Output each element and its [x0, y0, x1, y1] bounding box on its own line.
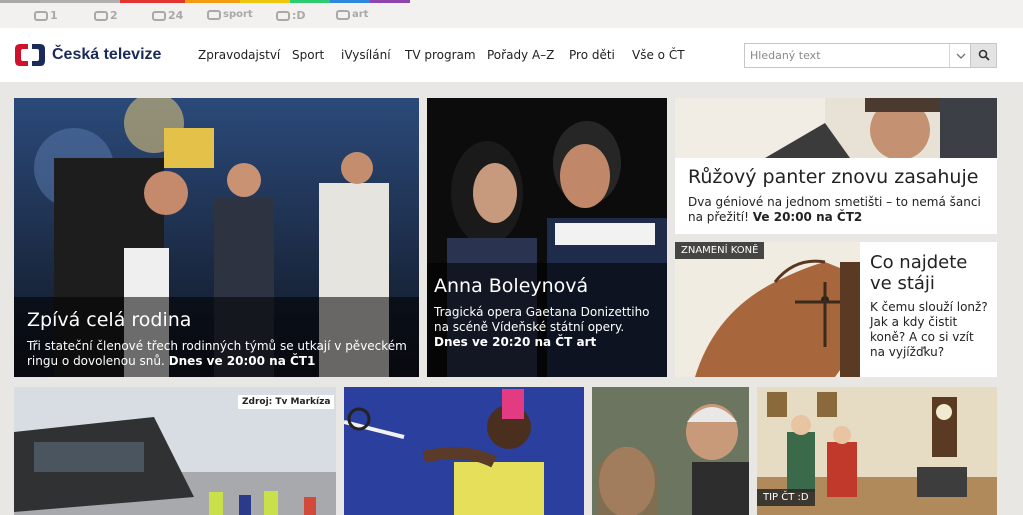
nav-kids[interactable]: Pro děti — [569, 48, 615, 62]
tile-panther-card: Růžový panter znovu zasahuje Dva géniové… — [675, 158, 997, 234]
tile-opera-time: Dnes ve 20:20 na ČT art — [434, 335, 597, 349]
tile-opera-desc: Tragická opera Gaetana Donizettiho na sc… — [434, 305, 650, 334]
ctart-logo-icon — [336, 9, 350, 20]
tennis-photo — [344, 387, 584, 515]
tile-horse-title: Co najdete ve stáji — [870, 252, 968, 294]
channel-stripe-2 — [40, 0, 120, 3]
tile-main-text: Tři stateční členové třech rodinných tým… — [27, 339, 407, 369]
tile-main-title: Zpívá celá rodina — [27, 309, 192, 331]
tile-horse-tag: ZNAMENÍ KONĚ — [675, 242, 765, 259]
tile-main-caption: Zpívá celá rodina Tři stateční členové t… — [14, 297, 419, 377]
nav-news[interactable]: Zpravodajství — [198, 48, 280, 62]
ct1-logo-icon — [34, 10, 48, 21]
tile-pink-panther[interactable]: Růžový panter znovu zasahuje Dva géniové… — [675, 98, 997, 234]
tile-main-time: Dnes ve 20:00 na ČT1 — [168, 354, 316, 368]
channel-stripe-4 — [185, 0, 240, 3]
tile-kids[interactable]: TIP ČT :D — [757, 387, 997, 515]
nav-sport[interactable]: Sport — [292, 48, 324, 62]
tile-panther-text: Dva géniové na jednom smetišti – to nemá… — [688, 195, 987, 225]
tile-drama[interactable] — [592, 387, 749, 515]
tile-horse-card: Co najdete ve stáji K čemu slouží lonž? … — [860, 242, 997, 377]
search-box — [744, 43, 972, 68]
channel-label: 2 — [110, 9, 118, 22]
channel-stripe-8 — [370, 0, 410, 3]
tile-panther-title: Růžový panter znovu zasahuje — [688, 166, 979, 188]
tile-horse-desc: K čemu slouží lonž? Jak a kdy čistit kon… — [870, 300, 988, 359]
channel-stripe-6 — [290, 0, 330, 3]
tile-opera[interactable]: Anna Boleynová Tragická opera Gaetana Do… — [427, 98, 667, 377]
ct2-logo-icon — [94, 10, 108, 21]
channel-ct2-link[interactable]: 2 — [94, 9, 118, 22]
ct-logo-icon — [14, 42, 46, 68]
channel-ctart-link[interactable]: art — [336, 9, 368, 20]
channel-label: :D — [292, 9, 306, 22]
tile-panther-time: Ve 20:00 na ČT2 — [752, 210, 863, 224]
horse-illustration — [675, 242, 860, 377]
search-button[interactable] — [970, 43, 997, 68]
tile-opera-text: Tragická opera Gaetana Donizettiho na sc… — [434, 305, 659, 350]
tile-tennis[interactable] — [344, 387, 584, 515]
drama-photo — [592, 387, 749, 515]
ctsport-logo-icon — [207, 9, 221, 20]
channel-stripe-7 — [330, 0, 370, 3]
tile-kids-tag: TIP ČT :D — [757, 489, 815, 506]
tile-horse[interactable]: ZNAMENÍ KONĚ Co najdete ve stáji K čemu … — [675, 242, 997, 377]
channel-ct1-link[interactable]: 1 — [34, 9, 58, 22]
panther-photo — [675, 98, 997, 158]
channel-stripe-3 — [120, 0, 185, 3]
channel-stripe-1 — [0, 0, 40, 3]
ct24-logo-icon — [152, 10, 166, 21]
brand-name: Česká televize — [52, 46, 162, 63]
tile-news-bus[interactable]: Zdroj: Tv Markíza — [14, 387, 336, 515]
tile-opera-title: Anna Boleynová — [434, 275, 589, 297]
nav-ivysilani[interactable]: iVysílání — [341, 48, 391, 62]
nav-about-ct[interactable]: Vše o ČT — [632, 48, 685, 62]
channel-label: art — [352, 9, 369, 20]
channel-label: 24 — [168, 9, 184, 22]
channel-ct24-link[interactable]: 24 — [152, 9, 183, 22]
site-header: Česká televize Zpravodajství Sport iVysí… — [0, 28, 1023, 82]
channel-label: 1 — [50, 9, 58, 22]
channel-stripe-5 — [240, 0, 290, 3]
channel-ctd-link[interactable]: :D — [276, 9, 306, 22]
search-input[interactable] — [745, 44, 945, 67]
chevron-down-icon[interactable] — [949, 44, 971, 67]
nav-tv-program[interactable]: TV program — [405, 48, 476, 62]
search-icon — [978, 46, 990, 65]
tile-opera-caption: Anna Boleynová Tragická opera Gaetana Do… — [427, 263, 667, 377]
channel-bar: 1 2 24 sport :D art — [0, 0, 1023, 28]
channel-ctsport-link[interactable]: sport — [207, 9, 253, 20]
ctd-logo-icon — [276, 10, 290, 21]
nav-shows-az[interactable]: Pořady A–Z — [487, 48, 554, 62]
tile-main-show[interactable]: Zpívá celá rodina Tři stateční členové t… — [14, 98, 419, 377]
channel-label: sport — [223, 9, 253, 20]
tile-news-source: Zdroj: Tv Markíza — [238, 395, 335, 409]
brand-logo-link[interactable]: Česká televize — [14, 42, 161, 68]
